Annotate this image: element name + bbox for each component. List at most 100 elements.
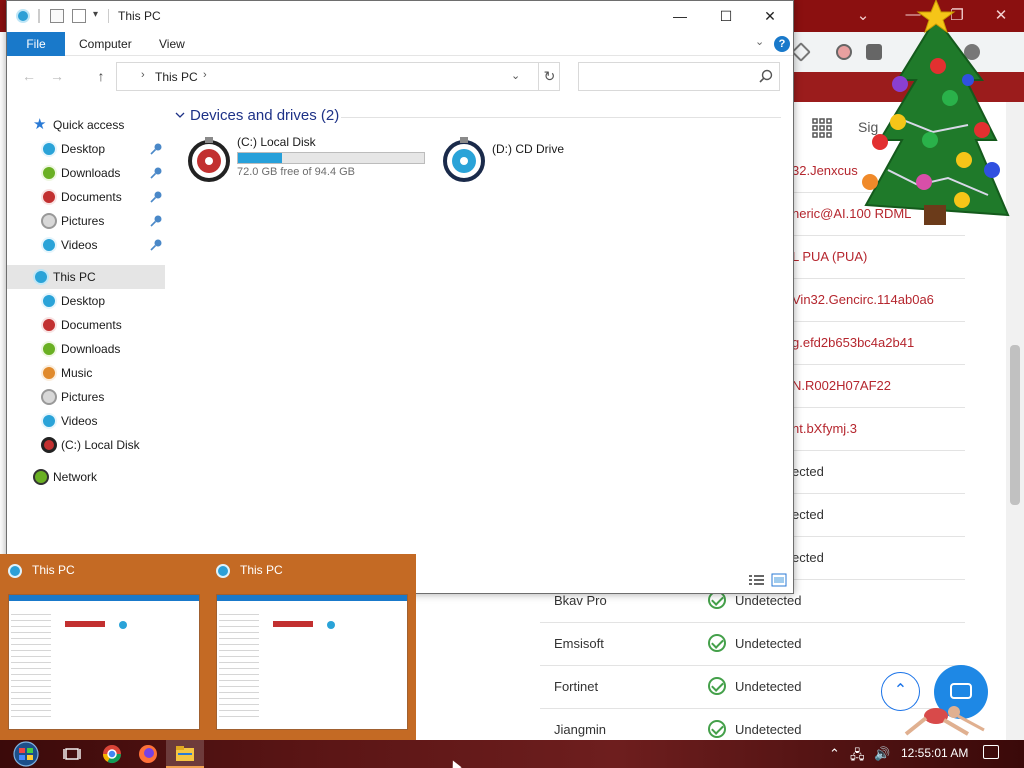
network-tray-icon[interactable]: 🖧: [850, 746, 865, 768]
nav-label: Desktop: [61, 142, 106, 156]
nav-label: Pictures: [61, 214, 105, 228]
minimize-button[interactable]: —: [657, 1, 703, 31]
volume-icon[interactable]: 🔊: [874, 746, 890, 762]
detection-result: N.R002H07AF22: [792, 378, 891, 393]
apps-grid-icon[interactable]: [812, 118, 832, 138]
nav-quick-access[interactable]: ★ Quick access: [7, 113, 165, 137]
bookmark-star-icon[interactable]: [791, 42, 811, 62]
properties-quick-icon[interactable]: [50, 9, 64, 23]
detection-result: ected: [792, 507, 824, 522]
christmas-tree-decoration: [862, 0, 1010, 225]
nav-this-pc[interactable]: This PC: [7, 265, 165, 289]
nav-pc-desktop[interactable]: Desktop: [7, 289, 165, 313]
nav-pc-downloads[interactable]: Downloads: [7, 337, 165, 361]
show-hidden-icons-chevron-icon[interactable]: ⌃: [829, 746, 840, 762]
taskbar-preview-1[interactable]: This PC: [0, 554, 208, 740]
new-folder-quick-icon[interactable]: [72, 9, 86, 23]
this-pc-app-icon[interactable]: [16, 9, 30, 23]
downloads-icon: [41, 165, 57, 181]
chrome-icon[interactable]: [102, 744, 122, 764]
engine-status: Undetected: [735, 636, 802, 651]
star-icon: ★: [33, 116, 47, 133]
close-button[interactable]: ✕: [747, 1, 793, 31]
taskbar-clock[interactable]: 12:55:01 AM: [901, 746, 968, 760]
preview-thumbnail[interactable]: [216, 594, 408, 730]
search-input[interactable]: [578, 62, 780, 91]
pin-icon[interactable]: [150, 142, 163, 155]
ribbon-tabs: File Computer View ⌄ ?: [7, 32, 793, 56]
breadcrumb-separator[interactable]: ›: [141, 69, 145, 81]
back-button[interactable]: ←: [19, 66, 39, 86]
nav-pc-documents[interactable]: Documents: [7, 313, 165, 337]
detection-result: Vin32.Gencirc.114ab0a6: [792, 292, 934, 307]
task-view-icon[interactable]: [62, 744, 82, 764]
local-disk-icon: [188, 137, 230, 182]
refresh-button[interactable]: ↻: [538, 63, 560, 90]
nav-pc-videos[interactable]: Videos: [7, 409, 165, 433]
engine-status: Undetected: [735, 593, 802, 608]
view-mode-icons[interactable]: [748, 573, 788, 587]
navigation-pane: ★ Quick access Desktop Downloads Documen…: [7, 95, 165, 593]
nav-label: Videos: [61, 238, 98, 252]
address-dropdown-icon[interactable]: ⌄: [511, 69, 520, 82]
videos-icon: [41, 413, 57, 429]
address-bar[interactable]: › This PC › ⌄ ↻: [116, 62, 560, 91]
start-button-windows-icon[interactable]: [8, 741, 44, 767]
nav-quick-videos[interactable]: Videos: [7, 233, 165, 257]
nav-quick-downloads[interactable]: Downloads: [7, 161, 165, 185]
collapse-group-chevron-icon[interactable]: [175, 110, 185, 120]
file-explorer-window[interactable]: ▾ This PC — ☐ ✕ File Computer View ⌄ ? ←…: [6, 0, 794, 594]
drive-d-tile[interactable]: (D:) CD Drive: [442, 135, 642, 185]
help-icon[interactable]: ?: [774, 36, 790, 52]
animated-figure-decoration: [904, 706, 985, 736]
up-button[interactable]: ↑: [91, 66, 111, 86]
chat-bubble-icon: [950, 683, 972, 699]
pin-icon[interactable]: [150, 214, 163, 227]
maximize-button[interactable]: ☐: [703, 1, 749, 31]
search-icon[interactable]: [759, 69, 773, 83]
forward-button[interactable]: →: [47, 66, 67, 86]
engine-name: Bkav Pro: [554, 593, 607, 608]
breadcrumb-separator[interactable]: ›: [203, 69, 207, 81]
drive-name: (C:) Local Disk: [237, 135, 316, 149]
drive-name: (D:) CD Drive: [492, 142, 564, 156]
pin-icon[interactable]: [150, 238, 163, 251]
preview-thumbnail[interactable]: [8, 594, 200, 730]
explorer-titlebar[interactable]: ▾ This PC — ☐ ✕: [7, 1, 793, 32]
group-header[interactable]: Devices and drives (2): [190, 107, 339, 124]
drive-c-tile[interactable]: (C:) Local Disk 72.0 GB free of 94.4 GB: [187, 135, 437, 185]
firefox-icon[interactable]: [138, 744, 158, 764]
nav-label: Music: [61, 366, 93, 380]
nav-pc-pictures[interactable]: Pictures: [7, 385, 165, 409]
detection-result: ected: [792, 550, 824, 565]
nav-quick-documents[interactable]: Documents: [7, 185, 165, 209]
nav-quick-pictures[interactable]: Pictures: [7, 209, 165, 233]
detection-result: g.efd2b653bc4a2b41: [792, 335, 915, 350]
action-center-icon[interactable]: [983, 745, 999, 759]
pin-icon[interactable]: [150, 166, 163, 179]
breadcrumb-this-pc[interactable]: This PC: [155, 70, 198, 84]
engine-row: Emsisoft Undetected: [540, 623, 965, 666]
titlebar-divider: [38, 9, 40, 23]
pictures-icon: [41, 213, 57, 229]
content-area: Devices and drives (2) (C:) Local Disk 7…: [165, 95, 793, 593]
customize-quick-access-icon[interactable]: ▾: [93, 9, 107, 23]
nav-pc-music[interactable]: Music: [7, 361, 165, 385]
flag-extension-icon[interactable]: [836, 44, 852, 60]
tab-computer[interactable]: Computer: [79, 37, 132, 51]
drive-usage-bar: [237, 152, 425, 164]
nav-network[interactable]: Network: [7, 465, 165, 489]
nav-pc-local-disk[interactable]: (C:) Local Disk: [7, 433, 165, 457]
browser-scrollbar-thumb[interactable]: [1010, 345, 1020, 505]
documents-icon: [41, 189, 57, 205]
tab-file[interactable]: File: [7, 32, 65, 56]
local-disk-icon: [41, 437, 57, 453]
taskbar-preview-2[interactable]: This PC: [208, 554, 416, 740]
expand-ribbon-icon[interactable]: ⌄: [755, 35, 764, 48]
nav-quick-desktop[interactable]: Desktop: [7, 137, 165, 161]
taskbar-explorer-button[interactable]: [166, 740, 204, 768]
nav-label: Pictures: [61, 390, 105, 404]
pin-icon[interactable]: [150, 190, 163, 203]
nav-label: Videos: [61, 414, 98, 428]
tab-view[interactable]: View: [159, 37, 185, 51]
